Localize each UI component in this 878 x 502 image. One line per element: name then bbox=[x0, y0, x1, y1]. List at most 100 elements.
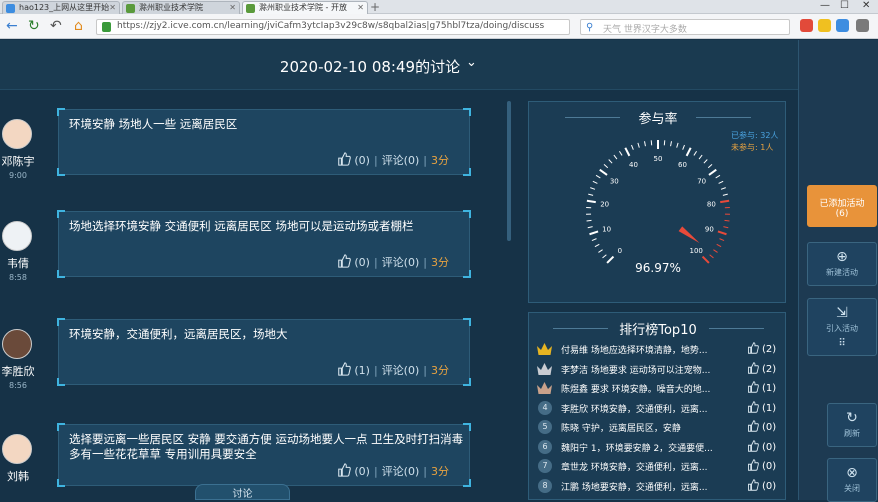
comment-button[interactable]: 评论(0) bbox=[382, 364, 420, 377]
gauge-tick-label: 30 bbox=[610, 177, 619, 185]
ranking-likes: (0) bbox=[747, 479, 776, 492]
back-icon[interactable]: ← bbox=[6, 18, 18, 34]
menu-icon[interactable] bbox=[856, 19, 869, 32]
gauge-major-tick bbox=[720, 201, 729, 202]
thumbs-up-icon bbox=[337, 254, 351, 268]
added-activities-button[interactable]: 已添加活动 (6) bbox=[807, 185, 877, 227]
post-content: 场地选择环境安静 交通便利 远离居民区 场地可以是运动场或者棚栏 bbox=[69, 219, 464, 234]
post-meta: (0)|评论(0)|3分 bbox=[337, 152, 449, 168]
comment-button[interactable]: 评论(0) bbox=[382, 256, 420, 269]
thumbs-up-icon bbox=[747, 440, 759, 452]
ranking-likes: (1) bbox=[747, 381, 776, 394]
browser-tab-3[interactable]: 滁州职业技术学院 - 开放 ✕ bbox=[242, 1, 368, 14]
comment-button[interactable]: 评论(0) bbox=[382, 465, 420, 478]
extension-icon[interactable] bbox=[818, 19, 831, 32]
close-button[interactable]: ⊗ 关闭 bbox=[827, 458, 877, 502]
comment-button[interactable]: 评论(0) bbox=[382, 154, 420, 167]
card-corner bbox=[57, 108, 65, 116]
gauge-minor-tick bbox=[588, 227, 593, 228]
gauge-minor-tick bbox=[590, 188, 595, 190]
ranking-row[interactable]: 李梦洁 场地要求 运动场可以注宠物...(2) bbox=[533, 359, 783, 379]
college-icon bbox=[126, 4, 135, 13]
user-name: 邓陈宇 bbox=[0, 153, 36, 169]
avatar[interactable] bbox=[2, 329, 32, 359]
page-header: 2020-02-10 08:49的讨论 ⌄ bbox=[0, 40, 798, 90]
like-button[interactable]: (1) bbox=[337, 364, 370, 377]
search-input[interactable]: ⚲ 天气 世界汉字大多数 bbox=[580, 19, 790, 35]
card-corner bbox=[463, 378, 471, 386]
minimize-icon[interactable]: — bbox=[820, 0, 830, 11]
post-time: 8:58 bbox=[0, 273, 36, 282]
close-window-icon[interactable]: ✕ bbox=[862, 0, 870, 11]
scrollbar[interactable] bbox=[507, 101, 511, 241]
gauge-minor-tick bbox=[593, 181, 598, 183]
close-tab-icon[interactable]: ✕ bbox=[229, 2, 236, 14]
reload-icon[interactable]: ↻ bbox=[28, 18, 40, 34]
ranking-likes: (0) bbox=[747, 440, 776, 453]
ranking-entry-text: 李梦洁 场地要求 运动场可以注宠物... bbox=[561, 363, 731, 376]
chevron-down-icon[interactable]: ⌄ bbox=[466, 55, 477, 70]
browser-tab-1[interactable]: hao123_上网从这里开始 ✕ bbox=[2, 1, 120, 14]
gauge-minor-tick bbox=[603, 255, 607, 258]
gauge-minor-tick bbox=[604, 164, 608, 167]
post-score: 3分 bbox=[431, 364, 449, 377]
new-activity-button[interactable]: ⊕ 新建活动 bbox=[807, 242, 877, 286]
extension-icon[interactable] bbox=[836, 19, 849, 32]
close-tab-icon[interactable]: ✕ bbox=[109, 2, 116, 14]
gauge-minor-tick bbox=[638, 143, 639, 148]
card-corner bbox=[463, 210, 471, 218]
thumbs-up-icon bbox=[747, 459, 759, 471]
home-icon[interactable]: ⌂ bbox=[74, 18, 83, 34]
discussion-post: 邓陈宇9:00环境安静 场地人一些 远离居民区(0)|评论(0)|3分 bbox=[0, 91, 512, 186]
like-button[interactable]: (0) bbox=[337, 465, 370, 478]
ranking-entry-text: 陈煜鑫 要求 环境安静。噪音大的地... bbox=[561, 382, 731, 395]
crown-icon bbox=[536, 361, 553, 377]
post-card: 环境安静 场地人一些 远离居民区(0)|评论(0)|3分 bbox=[58, 109, 470, 175]
maximize-icon[interactable]: ☐ bbox=[840, 0, 849, 11]
ranking-row[interactable]: 陈煜鑫 要求 环境安静。噪音大的地... (1) bbox=[533, 378, 783, 398]
like-button[interactable]: (0) bbox=[337, 154, 370, 167]
search-icon: ⚲ bbox=[586, 22, 593, 33]
thumbs-up-icon bbox=[747, 420, 759, 432]
title-divider bbox=[696, 117, 751, 118]
gauge-major-tick bbox=[607, 257, 613, 263]
divider: | bbox=[374, 364, 378, 377]
gauge-tick-label: 20 bbox=[600, 201, 609, 209]
undo-icon[interactable]: ↶ bbox=[50, 18, 62, 34]
ranking-row[interactable]: 8 江鹏 场地要安静，交通便利，远离... (0) bbox=[533, 476, 783, 496]
card-corner bbox=[57, 423, 65, 431]
browser-toolbar: ← ↻ ↶ ⌂ https://zjy2.icve.com.cn/learnin… bbox=[0, 14, 878, 39]
discussion-post: 韦倩8:58场地选择环境安静 交通便利 远离居民区 场地可以是运动场或者棚栏(0… bbox=[0, 193, 512, 288]
divider: | bbox=[423, 256, 427, 269]
gauge-minor-tick bbox=[596, 175, 600, 178]
thumbs-up-icon bbox=[747, 342, 759, 354]
avatar[interactable] bbox=[2, 434, 32, 464]
new-tab-icon[interactable]: + bbox=[370, 1, 380, 13]
gauge-minor-tick bbox=[723, 227, 728, 228]
card-corner bbox=[57, 479, 65, 487]
address-bar[interactable]: https://zjy2.icve.com.cn/learning/jviCaf… bbox=[96, 19, 570, 35]
gauge-minor-tick bbox=[619, 151, 622, 155]
ranking-row[interactable]: 付易维 场地应选择环境清静，地势...(2) bbox=[533, 339, 783, 359]
avatar[interactable] bbox=[2, 119, 32, 149]
rank-number: 8 bbox=[538, 479, 552, 493]
gauge-major-tick bbox=[590, 231, 599, 234]
extension-icon[interactable] bbox=[800, 19, 813, 32]
gauge-major-tick bbox=[709, 170, 716, 175]
refresh-button[interactable]: ↻ 刷新 bbox=[827, 403, 877, 447]
post-card: 选择要远离一些居民区 安静 要交通方便 运动场地要人一点 卫生及时打扫消毒 多有… bbox=[58, 424, 470, 486]
bottom-tab-discussion[interactable]: 讨论 bbox=[195, 484, 290, 500]
import-activity-button[interactable]: ⇲ 引入活动 ⠿ bbox=[807, 298, 877, 356]
like-button[interactable]: (0) bbox=[337, 256, 370, 269]
ranking-entry-text: 江鹏 场地要安静，交通便利，远离... bbox=[561, 480, 731, 493]
ranking-row[interactable]: 7章世龙 环境安静，交通便利，远离...(0) bbox=[533, 456, 783, 476]
ranking-row[interactable]: 4李胜欣 环境安静，交通便利，远离...(1) bbox=[533, 398, 783, 418]
ranking-row[interactable]: 6魏阳宁 1，环境要安静 2，交通要便...(0) bbox=[533, 437, 783, 457]
ranking-row[interactable]: 5陈晓 守护，远离居民区，安静(0) bbox=[533, 417, 783, 437]
ranking-panel: 排行榜Top10 付易维 场地应选择环境清静，地势...(2)李梦洁 场地要求 … bbox=[528, 312, 786, 500]
avatar[interactable] bbox=[2, 221, 32, 251]
browser-tab-2[interactable]: 滁州职业技术学院 ✕ bbox=[122, 1, 240, 14]
close-tab-icon[interactable]: ✕ bbox=[357, 2, 364, 14]
post-score: 3分 bbox=[431, 256, 449, 269]
rank-number: 4 bbox=[538, 401, 552, 415]
